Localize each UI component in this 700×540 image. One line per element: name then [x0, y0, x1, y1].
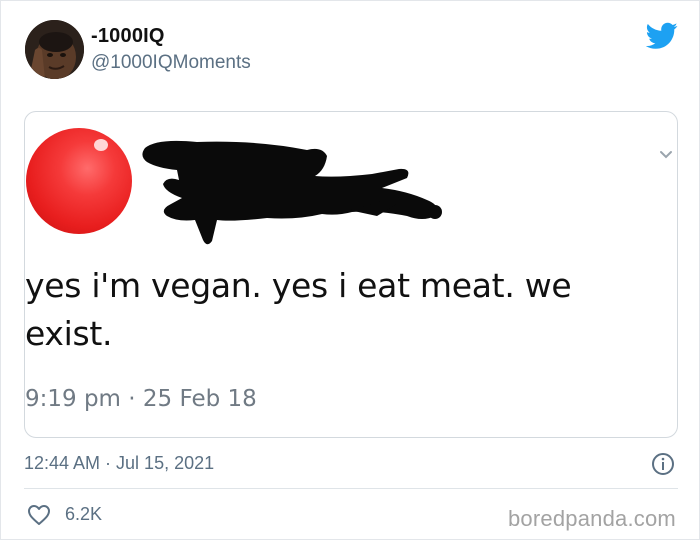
tweet-timestamp[interactable]: 12:44 AM · Jul 15, 2021 [24, 453, 214, 474]
info-icon[interactable] [651, 452, 675, 476]
tweet-card: -1000IQ @1000IQMoments yes i'm vegan. ye… [0, 0, 700, 540]
embedded-post-text: yes i'm vegan. yes i eat meat. we exist. [25, 266, 572, 353]
embedded-post-time: 9:19 pm · 25 Feb 18 [25, 386, 257, 412]
embedded-avatar [26, 128, 132, 234]
divider [24, 488, 678, 489]
embedded-avatar-highlight [94, 139, 108, 151]
avatar-image [25, 20, 84, 79]
twitter-bird-icon[interactable] [646, 22, 678, 50]
display-name[interactable]: -1000IQ [91, 25, 165, 48]
redacted-username [142, 140, 442, 245]
chevron-down-icon[interactable] [659, 150, 673, 160]
embedded-post-screenshot[interactable]: yes i'm vegan. yes i eat meat. we exist.… [24, 111, 678, 438]
heart-icon[interactable] [27, 504, 51, 526]
user-handle[interactable]: @1000IQMoments [91, 52, 251, 74]
avatar[interactable] [25, 20, 84, 79]
watermark: boredpanda.com [508, 506, 676, 531]
like-count[interactable]: 6.2K [65, 504, 102, 525]
